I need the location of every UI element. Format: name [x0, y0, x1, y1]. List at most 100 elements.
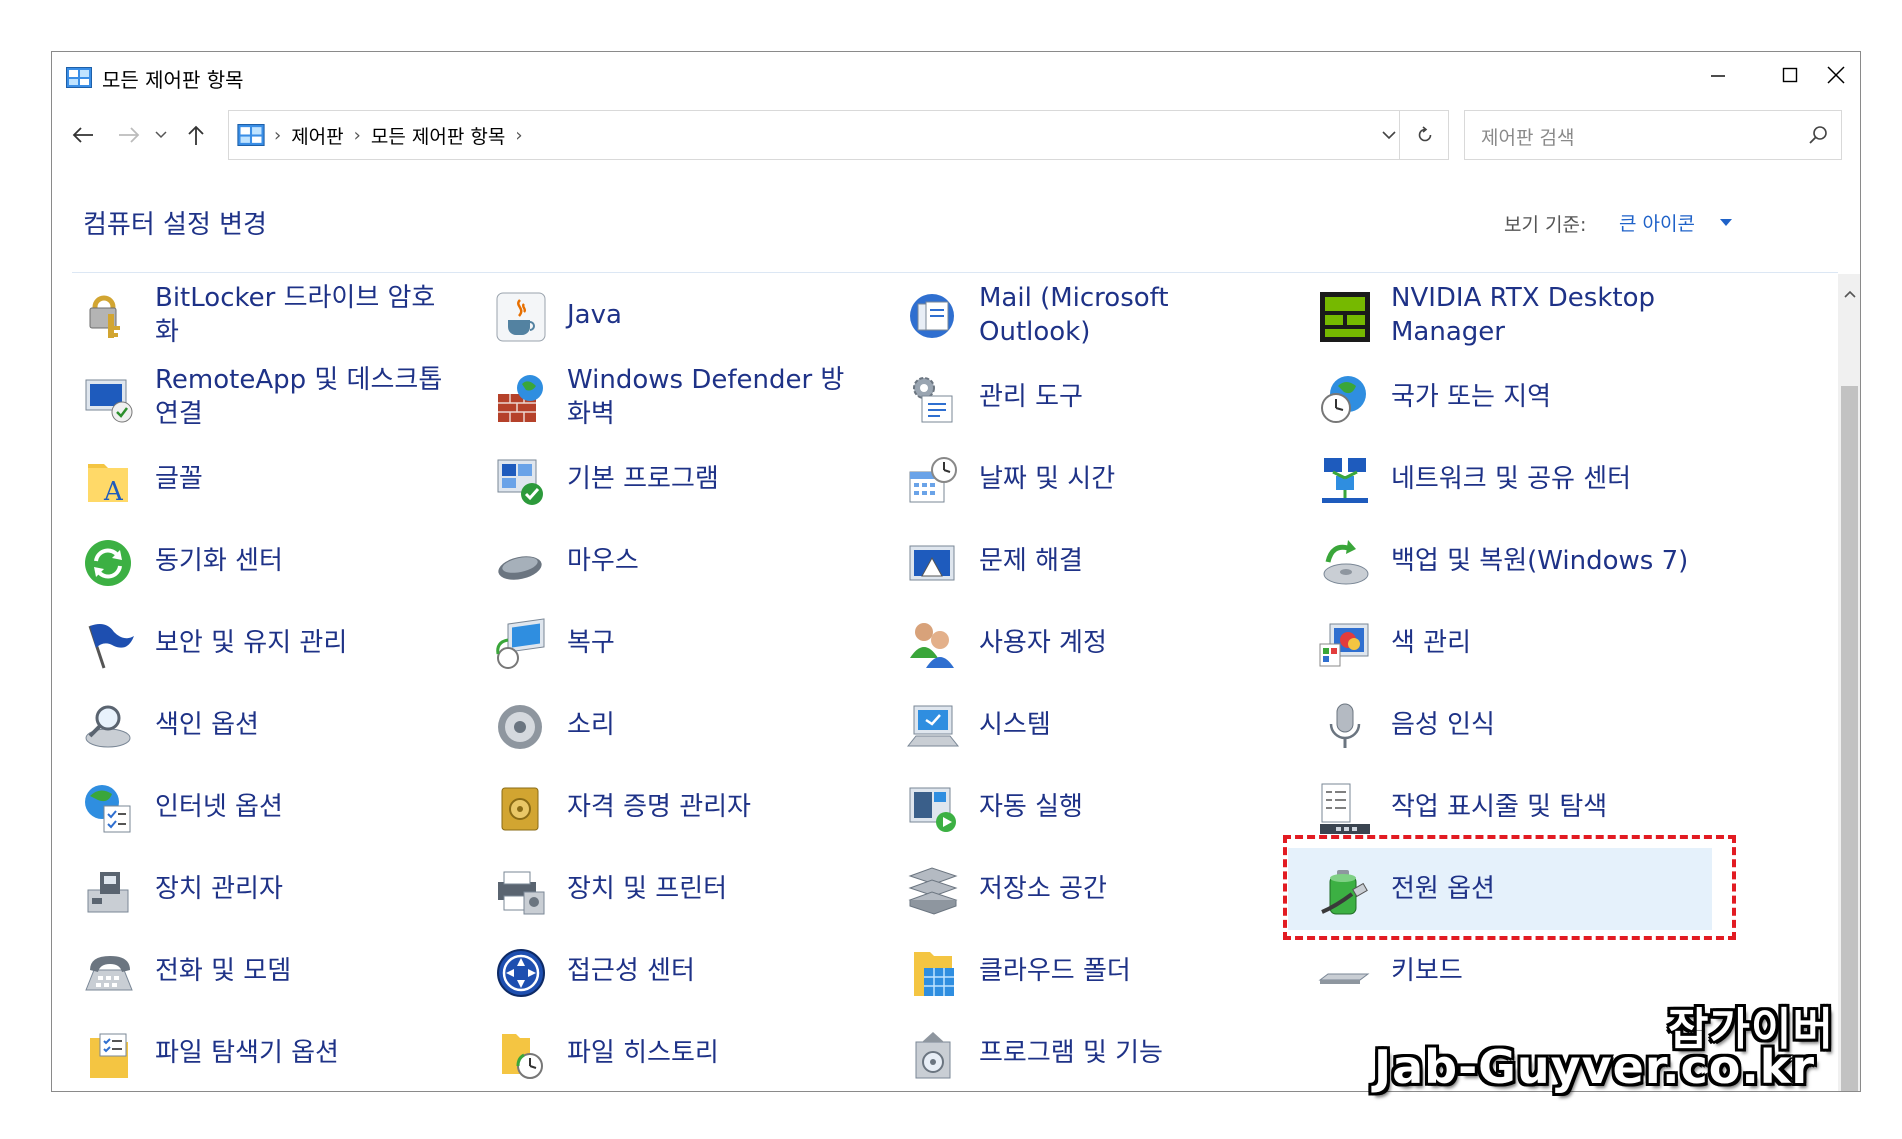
- item-label[interactable]: 관리 도구: [979, 356, 1279, 438]
- item-default-programs[interactable]: 기본 프로그램: [464, 438, 876, 520]
- close-button[interactable]: [1810, 52, 1860, 98]
- default-programs-icon: [497, 459, 543, 505]
- breadcrumb-separator-icon[interactable]: ›: [515, 125, 522, 146]
- item-label[interactable]: 마우스: [567, 520, 867, 602]
- item-indexing-options[interactable]: 색인 옵션: [52, 684, 464, 766]
- item-label[interactable]: RemoteApp 및 데스크톱 연결: [155, 356, 455, 438]
- item-label[interactable]: 클라우드 폴더: [979, 930, 1279, 1012]
- item-storage-spaces[interactable]: 저장소 공간: [876, 848, 1288, 930]
- item-label[interactable]: 장치 관리자: [155, 848, 455, 930]
- minimize-button[interactable]: [1682, 52, 1754, 98]
- calendar-clock-icon: [909, 457, 957, 503]
- item-label[interactable]: 자격 증명 관리자: [567, 766, 867, 848]
- item-label[interactable]: 문제 해결: [979, 520, 1279, 602]
- refresh-button[interactable]: [1399, 111, 1450, 159]
- scroll-up-button[interactable]: [1838, 274, 1860, 314]
- item-system[interactable]: 시스템: [876, 684, 1288, 766]
- item-ease-of-access[interactable]: 접근성 센터: [464, 930, 876, 1012]
- item-label[interactable]: 인터넷 옵션: [155, 766, 455, 848]
- view-by-dropdown[interactable]: 큰 아이콘: [1619, 209, 1695, 236]
- item-phone-modem[interactable]: 전화 및 모뎀: [52, 930, 464, 1012]
- item-label[interactable]: 파일 히스토리: [567, 1012, 867, 1091]
- breadcrumb-separator-icon[interactable]: ›: [274, 125, 281, 146]
- item-user-accounts[interactable]: 사용자 계정: [876, 602, 1288, 684]
- item-date-time[interactable]: 날짜 및 시간: [876, 438, 1288, 520]
- item-label[interactable]: 사용자 계정: [979, 602, 1279, 684]
- item-sync-center[interactable]: 동기화 센터: [52, 520, 464, 602]
- item-label[interactable]: 동기화 센터: [155, 520, 455, 602]
- item-label[interactable]: 날짜 및 시간: [979, 438, 1279, 520]
- item-label[interactable]: 색 관리: [1391, 602, 1691, 684]
- item-keyboard[interactable]: 키보드: [1288, 930, 1700, 1012]
- item-label[interactable]: 키보드: [1391, 930, 1691, 1012]
- item-label[interactable]: 자동 실행: [979, 766, 1279, 848]
- item-label[interactable]: 보안 및 유지 관리: [155, 602, 455, 684]
- item-label[interactable]: 글꼴: [155, 438, 455, 520]
- scrollbar-thumb[interactable]: [1841, 386, 1858, 1091]
- forward-button[interactable]: [112, 118, 146, 152]
- item-work-folders[interactable]: 클라우드 폴더: [876, 930, 1288, 1012]
- address-history-button[interactable]: [1379, 111, 1399, 159]
- item-label[interactable]: 색인 옵션: [155, 684, 455, 766]
- item-label[interactable]: 프로그램 및 기능: [979, 1012, 1279, 1091]
- item-bitlocker[interactable]: BitLocker 드라이브 암호화: [52, 274, 464, 356]
- recent-locations-button[interactable]: [151, 118, 171, 152]
- item-troubleshoot[interactable]: 문제 해결: [876, 520, 1288, 602]
- item-devices-printers[interactable]: 장치 및 프린터: [464, 848, 876, 930]
- breadcrumb-separator-icon[interactable]: ›: [354, 125, 361, 146]
- item-label[interactable]: 소리: [567, 684, 867, 766]
- item-backup[interactable]: 백업 및 복원(Windows 7): [1288, 520, 1700, 602]
- breadcrumb-item-control-panel[interactable]: 제어판: [291, 122, 343, 149]
- item-fonts[interactable]: A 글꼴: [52, 438, 464, 520]
- item-label[interactable]: BitLocker 드라이브 암호화: [155, 274, 455, 356]
- title-bar[interactable]: 모든 제어판 항목: [52, 52, 1860, 102]
- item-label[interactable]: 네트워크 및 공유 센터: [1391, 438, 1691, 520]
- item-label[interactable]: 백업 및 복원(Windows 7): [1391, 520, 1691, 602]
- item-label[interactable]: 장치 및 프린터: [567, 848, 867, 930]
- address-bar[interactable]: › 제어판 › 모든 제어판 항목 ›: [228, 110, 1449, 160]
- item-device-manager[interactable]: 장치 관리자: [52, 848, 464, 930]
- item-file-explorer-options[interactable]: 파일 탐색기 옵션: [52, 1012, 464, 1091]
- item-credential-manager[interactable]: 자격 증명 관리자: [464, 766, 876, 848]
- dropdown-arrow-icon[interactable]: [1720, 219, 1732, 226]
- item-autoplay[interactable]: 자동 실행: [876, 766, 1288, 848]
- item-label[interactable]: 기본 프로그램: [567, 438, 867, 520]
- credential-vault-icon: [501, 787, 539, 831]
- search-icon[interactable]: [1807, 124, 1829, 146]
- vertical-scrollbar[interactable]: [1838, 274, 1860, 1091]
- item-label[interactable]: 저장소 공간: [979, 848, 1279, 930]
- item-label[interactable]: Windows Defender 방화벽: [567, 356, 867, 438]
- breadcrumb-item-all-items[interactable]: 모든 제어판 항목: [371, 122, 505, 149]
- item-file-history[interactable]: 파일 히스토리: [464, 1012, 876, 1091]
- item-label[interactable]: 국가 또는 지역: [1391, 356, 1691, 438]
- item-color-management[interactable]: 색 관리: [1288, 602, 1700, 684]
- item-sound[interactable]: 소리: [464, 684, 876, 766]
- item-programs-features[interactable]: 프로그램 및 기능: [876, 1012, 1288, 1091]
- admin-tools-icon: [913, 377, 953, 423]
- search-input[interactable]: 제어판 검색: [1464, 110, 1842, 160]
- item-java[interactable]: Java: [464, 274, 876, 356]
- item-admin-tools[interactable]: 관리 도구: [876, 356, 1288, 438]
- item-internet-options[interactable]: 인터넷 옵션: [52, 766, 464, 848]
- item-label[interactable]: 음성 인식: [1391, 684, 1691, 766]
- item-label[interactable]: 복구: [567, 602, 867, 684]
- item-mail[interactable]: Mail (Microsoft Outlook): [876, 274, 1288, 356]
- item-remoteapp[interactable]: RemoteApp 및 데스크톱 연결: [52, 356, 464, 438]
- item-label[interactable]: 시스템: [979, 684, 1279, 766]
- item-security-maintenance[interactable]: 보안 및 유지 관리: [52, 602, 464, 684]
- back-button[interactable]: [66, 118, 100, 152]
- item-firewall[interactable]: Windows Defender 방화벽: [464, 356, 876, 438]
- item-label[interactable]: 접근성 센터: [567, 930, 867, 1012]
- item-region[interactable]: 국가 또는 지역: [1288, 356, 1700, 438]
- item-label[interactable]: 전화 및 모뎀: [155, 930, 455, 1012]
- item-label[interactable]: Mail (Microsoft Outlook): [979, 274, 1279, 356]
- item-nvidia[interactable]: NVIDIA RTX Desktop Manager: [1288, 274, 1700, 356]
- item-label[interactable]: Java: [567, 274, 867, 356]
- item-label[interactable]: 파일 탐색기 옵션: [155, 1012, 455, 1091]
- item-network-center[interactable]: 네트워크 및 공유 센터: [1288, 438, 1700, 520]
- item-label[interactable]: NVIDIA RTX Desktop Manager: [1391, 274, 1691, 356]
- item-speech-recognition[interactable]: 음성 인식: [1288, 684, 1700, 766]
- item-recovery[interactable]: 복구: [464, 602, 876, 684]
- item-mouse[interactable]: 마우스: [464, 520, 876, 602]
- up-button[interactable]: [179, 118, 213, 152]
